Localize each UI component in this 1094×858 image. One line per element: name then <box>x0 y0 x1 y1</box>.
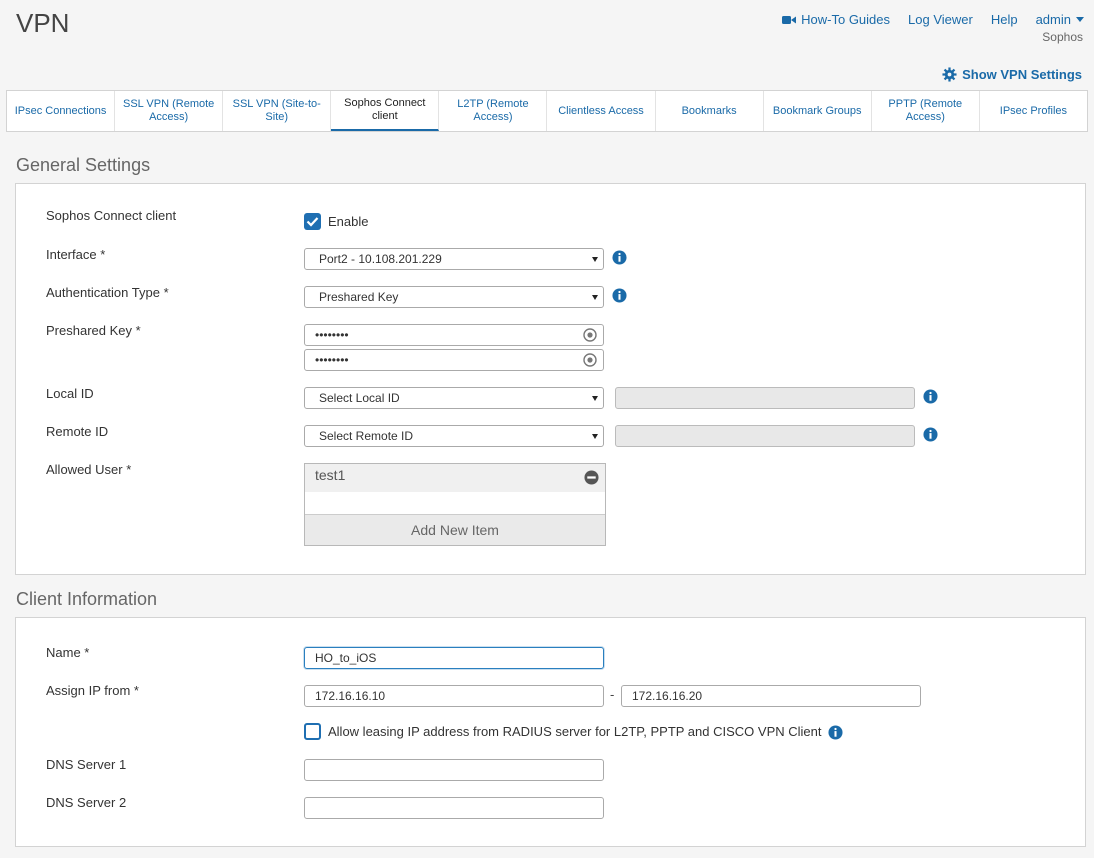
remote-id-input <box>615 425 915 447</box>
preshared-key-input[interactable]: •••••••• <box>304 324 604 346</box>
interface-select[interactable]: Port2 - 10.108.201.229 <box>304 248 604 270</box>
general-settings-title: General Settings <box>16 155 151 175</box>
ip-range-start-value: 172.16.16.10 <box>315 689 386 703</box>
authentication-type-label: Authentication Type * <box>46 285 169 300</box>
caret-down-icon <box>1076 16 1084 22</box>
show-vpn-settings-label: Show VPN Settings <box>962 67 1082 82</box>
tab-ssl-vpn-site-to-site[interactable]: SSL VPN (Site-to-Site) <box>223 91 332 131</box>
user-menu[interactable]: admin <box>1036 12 1084 27</box>
radius-lease-label: Allow leasing IP address from RADIUS ser… <box>328 724 822 739</box>
tab-sophos-connect-client[interactable]: Sophos Connect client <box>331 91 440 131</box>
ip-range-end-value: 172.16.16.20 <box>632 689 703 703</box>
remote-id-label: Remote ID <box>46 424 109 439</box>
eye-icon[interactable] <box>583 353 597 367</box>
chevron-down-icon <box>592 396 598 401</box>
video-camera-icon <box>782 15 797 24</box>
general-settings-panel: Sophos Connect client Enable Interface *… <box>15 183 1086 575</box>
tab-bookmarks[interactable]: Bookmarks <box>656 91 764 131</box>
dns-server-2-label: DNS Server 2 <box>46 795 127 810</box>
show-vpn-settings-button[interactable]: Show VPN Settings <box>942 67 1082 82</box>
authentication-type-value: Preshared Key <box>319 290 399 304</box>
allowed-user-label: Allowed User * <box>46 462 132 477</box>
remove-icon[interactable] <box>584 470 599 485</box>
interface-label: Interface * <box>46 247 106 262</box>
local-id-label: Local ID <box>46 386 94 401</box>
tab-bar: IPsec Connections SSL VPN (Remote Access… <box>6 90 1088 132</box>
enable-label: Enable <box>328 214 369 229</box>
dns-server-1-input[interactable] <box>304 759 604 781</box>
name-label: Name * <box>46 645 90 660</box>
preshared-key-label: Preshared Key * <box>46 323 141 338</box>
authentication-type-select[interactable]: Preshared Key <box>304 286 604 308</box>
chevron-down-icon <box>592 295 598 300</box>
top-links: How-To Guides Log Viewer Help admin <box>782 12 1084 27</box>
list-item: test1 <box>305 464 605 492</box>
assign-ip-from-label: Assign IP from * <box>46 683 139 698</box>
sophos-connect-client-label: Sophos Connect client <box>46 208 177 223</box>
how-to-guides-link[interactable]: How-To Guides <box>782 12 890 27</box>
gear-icon <box>942 67 957 82</box>
ip-range-end-input[interactable]: 172.16.16.20 <box>621 685 921 707</box>
add-new-item-button[interactable]: Add New Item <box>305 514 605 545</box>
tab-ssl-vpn-remote-access[interactable]: SSL VPN (Remote Access) <box>115 91 224 131</box>
chevron-down-icon <box>592 434 598 439</box>
client-information-title: Client Information <box>16 589 158 609</box>
name-value: HO_to_iOS <box>315 651 377 665</box>
tab-bookmark-groups[interactable]: Bookmark Groups <box>764 91 872 131</box>
ip-range-start-input[interactable]: 172.16.16.10 <box>304 685 604 707</box>
client-information-panel: Name * HO_to_iOS Assign IP from * 172.16… <box>15 617 1086 847</box>
chevron-down-icon <box>592 257 598 262</box>
eye-icon[interactable] <box>583 328 597 342</box>
tab-l2tp-remote-access[interactable]: L2TP (Remote Access) <box>439 91 548 131</box>
dns-server-1-label: DNS Server 1 <box>46 757 127 772</box>
local-id-select[interactable]: Select Local ID <box>304 387 604 409</box>
help-link[interactable]: Help <box>991 12 1018 27</box>
user-name: admin <box>1035 12 1071 27</box>
info-icon[interactable] <box>612 250 627 265</box>
ip-range-separator: - <box>610 687 615 702</box>
remote-id-select[interactable]: Select Remote ID <box>304 425 604 447</box>
info-icon[interactable] <box>828 725 843 740</box>
remote-id-value: Select Remote ID <box>319 429 414 443</box>
tab-clientless-access[interactable]: Clientless Access <box>547 91 656 131</box>
preshared-key-value: •••••••• <box>315 328 349 342</box>
allowed-user-list: test1 Add New Item <box>304 463 606 546</box>
local-id-input <box>615 387 915 409</box>
page-title: VPN <box>16 8 70 38</box>
how-to-guides-label: How-To Guides <box>801 12 891 27</box>
info-icon[interactable] <box>612 288 627 303</box>
org-name: Sophos <box>1042 30 1083 44</box>
tab-ipsec-connections[interactable]: IPsec Connections <box>7 91 116 131</box>
info-icon[interactable] <box>923 427 938 442</box>
checkmark-icon <box>306 217 319 227</box>
interface-value: Port2 - 10.108.201.229 <box>319 252 442 266</box>
local-id-value: Select Local ID <box>319 391 400 405</box>
name-input[interactable]: HO_to_iOS <box>304 647 604 669</box>
dns-server-2-input[interactable] <box>304 797 604 819</box>
tab-ipsec-profiles[interactable]: IPsec Profiles <box>980 91 1087 131</box>
info-icon[interactable] <box>923 389 938 404</box>
enable-checkbox[interactable] <box>304 213 321 230</box>
allowed-user-name: test1 <box>315 467 346 483</box>
preshared-key-confirm-value: •••••••• <box>315 353 349 367</box>
radius-lease-checkbox[interactable] <box>304 723 321 740</box>
log-viewer-link[interactable]: Log Viewer <box>908 12 973 27</box>
preshared-key-confirm-input[interactable]: •••••••• <box>304 349 604 371</box>
tab-pptp-remote-access[interactable]: PPTP (Remote Access) <box>872 91 980 131</box>
